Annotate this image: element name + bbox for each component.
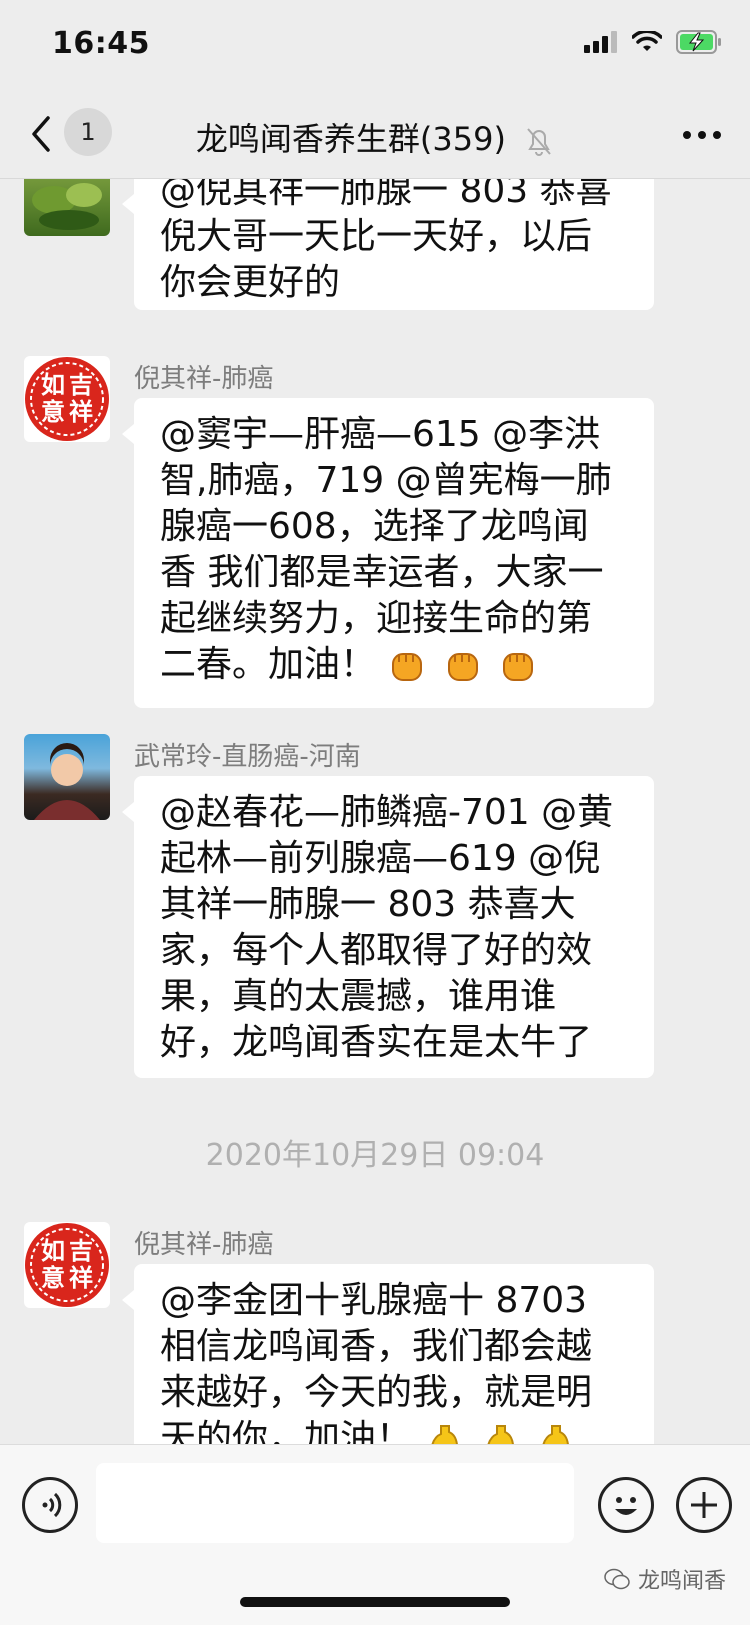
message-line: 你会更好的 [160,262,341,303]
more-icon[interactable] [682,120,722,150]
message-line: 来越好，今天的我，就是明 [160,1372,593,1413]
signal-icon [584,31,617,53]
avatar-woman-photo-image [34,743,100,820]
avatar-char: 意 [41,398,65,426]
message-line: 好，龙鸣闻香实在是太牛了 [160,1022,593,1063]
wechat-logo-icon [604,1568,630,1590]
raised-fist-emoji-icon [392,653,423,681]
avatar-char: 祥 [69,1264,93,1292]
avatar-char: 如 [41,1237,65,1265]
message-line: 家，每个人都取得了好的效 [160,930,593,971]
message-bubble[interactable]: @李金团十乳腺癌十 8703 相信龙鸣闻香，我们都会越 来越好，今天的我，就是明… [122,1264,654,1444]
chat-title-wrap: 龙鸣闻香养生群(359) [0,114,750,160]
message-line-last: 二春。加油！ [160,642,654,688]
raised-fist-emoji-icon [447,653,478,681]
avatar-char: 祥 [69,398,93,426]
message-bubble[interactable]: @倪其祥一肺腺一 803 恭喜 倪大哥一天比一天好，以后 你会更好的 [122,178,654,310]
message-line: 其祥一肺腺一 803 恭喜大 [160,884,576,925]
smiley-icon [615,1497,637,1515]
avatar[interactable]: 如 吉 意 祥 [24,356,110,442]
message-line: @窦宇—肝癌—615 @李洪 [160,414,601,455]
avatar-char: 吉 [69,371,93,399]
message-bubble[interactable]: @窦宇—肝癌—615 @李洪 智,肺癌，719 @曾宪梅一肺 腺癌一608，选择… [122,398,654,708]
avatar[interactable] [24,178,110,236]
voice-input-button[interactable] [22,1477,78,1533]
avatar-char: 意 [41,1264,65,1292]
more-actions-button[interactable] [676,1477,732,1533]
status-time: 16:45 [52,26,150,61]
message-line: @倪其祥一肺腺一 803 恭喜 [160,178,612,211]
sender-name: 武常玲-直肠癌-河南 [134,742,361,772]
message-line: 二春。加油！ [160,644,377,685]
avatar-char: 如 [41,371,65,399]
message-line: 腺癌一608，选择了龙鸣闻 [160,506,589,547]
message-timestamp: 2020年10月29日 09:04 [205,1138,545,1173]
avatar-char: 吉 [69,1237,93,1265]
message-list[interactable]: @倪其祥一肺腺一 803 恭喜 倪大哥一天比一天好，以后 你会更好的 如 吉 意… [0,178,750,1444]
message-line: 起继续努力，迎接生命的第 [160,598,593,639]
plus-icon [691,1492,717,1518]
message-line: 香 我们都是幸运者，大家一 [160,552,604,593]
wifi-icon [632,31,662,51]
home-indicator [240,1597,510,1607]
message-bubble[interactable]: @赵春花—肺鳞癌-701 @黄 起林—前列腺癌—619 @倪 其祥一肺腺一 80… [122,776,654,1078]
emoji-button[interactable] [598,1477,654,1533]
message-line: 倪大哥一天比一天好，以后 [160,216,593,257]
sender-name: 倪其祥-肺癌 [134,364,274,394]
message-line: 天的你，加油！ [160,1418,413,1444]
message-line: @赵春花—肺鳞癌-701 @黄 [160,792,614,833]
input-bar: 龙鸣闻香 [0,1444,750,1625]
status-icons [584,30,722,54]
watermark: 龙鸣闻香 [604,1563,726,1595]
avatar-plant-image [32,183,102,230]
message-line: 果，真的太震撼，谁用谁 [160,976,557,1017]
avatar[interactable]: 如 吉 意 祥 [24,1222,110,1308]
chat-header: 1 龙鸣闻香养生群(359) [0,92,750,179]
chat-title: 龙鸣闻香养生群(359) [195,120,506,158]
battery-charging-icon [676,30,721,54]
mute-bell-icon [527,128,551,156]
flexed-biceps-emoji-icon [431,1425,459,1444]
status-bar: 16:45 [0,0,750,92]
voice-wave-icon [42,1492,62,1518]
avatar[interactable] [24,734,110,820]
message-line: 智,肺癌，719 @曾宪梅一肺 [160,460,612,501]
flexed-biceps-emoji-icon [487,1425,514,1444]
sender-name: 倪其祥-肺癌 [134,1230,274,1260]
message-input[interactable] [96,1463,574,1543]
watermark-text: 龙鸣闻香 [637,1569,726,1594]
message-line: @李金团十乳腺癌十 8703 [160,1280,588,1321]
message-line: 相信龙鸣闻香，我们都会越 [160,1326,593,1367]
message-line: 起林—前列腺癌—619 @倪 [160,838,601,879]
message-line-last: 天的你，加油！ [160,1416,654,1444]
raised-fist-emoji-icon [503,653,534,681]
flexed-biceps-emoji-icon [542,1425,570,1444]
